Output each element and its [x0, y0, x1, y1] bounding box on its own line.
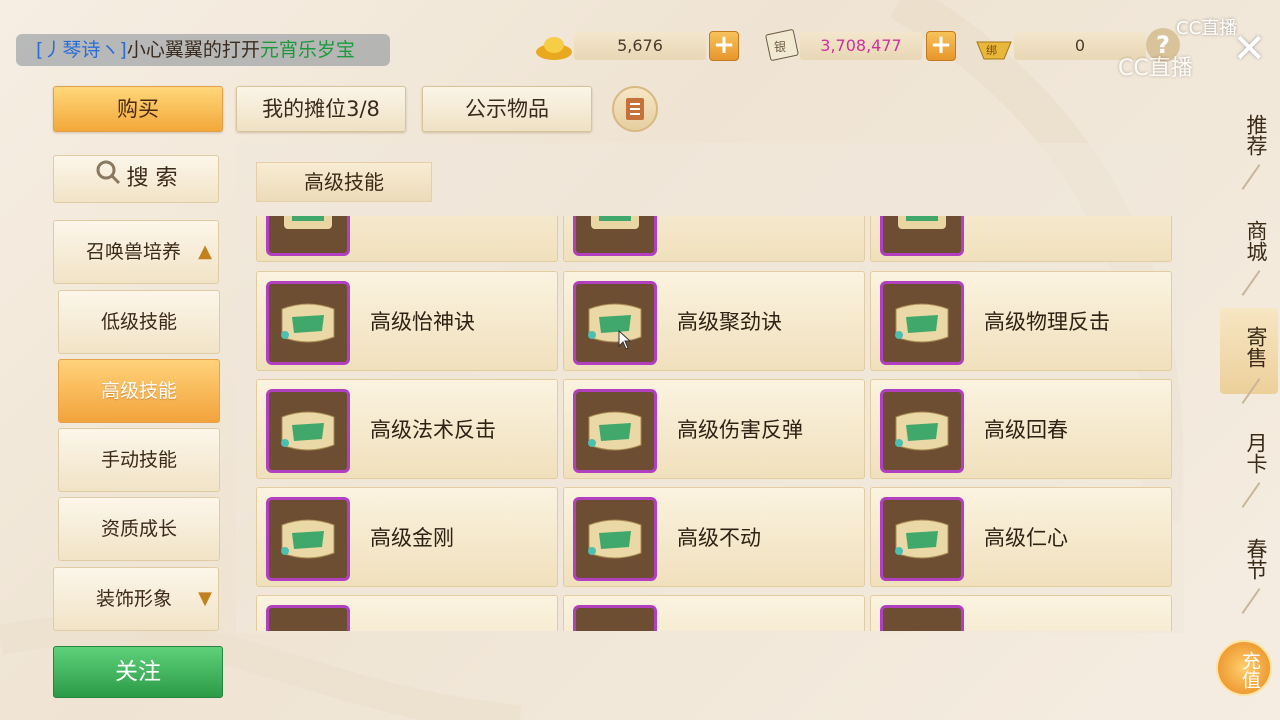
search-label: 搜 索: [126, 166, 178, 191]
svg-text:绑: 绑: [986, 44, 997, 57]
close-icon[interactable]: ✕: [1232, 26, 1266, 72]
item-card[interactable]: 高级法术反击: [256, 379, 558, 479]
add-silver-button[interactable]: +: [926, 31, 956, 61]
skill-scroll-icon: [573, 605, 657, 631]
skill-scroll-icon: [880, 497, 964, 581]
chat-item-link[interactable]: 元宵乐岁宝: [260, 39, 355, 61]
skill-scroll-icon: [573, 389, 657, 473]
gold-amount: 5,676: [574, 32, 706, 60]
skill-scroll-icon: [266, 605, 350, 631]
category-title: 高级技能: [256, 162, 432, 202]
record-scroll-icon[interactable]: [612, 86, 658, 132]
sidebar-item-decoration-label: 装饰形象: [96, 588, 173, 610]
item-card-partial[interactable]: [870, 216, 1172, 262]
right-nav-monthly-card[interactable]: 月卡: [1228, 432, 1268, 474]
category-group-label: 召唤兽培养: [86, 241, 182, 263]
item-name: 高级回春: [984, 418, 1068, 442]
sidebar-item-aptitude[interactable]: 资质成长: [58, 497, 220, 561]
item-name: 高级聚劲诀: [677, 310, 782, 334]
item-name: 高级金刚: [370, 526, 454, 550]
mouse-cursor-icon: [618, 330, 632, 350]
chevron-up-icon: ▲: [198, 241, 212, 262]
add-gold-button[interactable]: +: [709, 31, 739, 61]
item-name: 高级物理反击: [984, 310, 1110, 334]
item-card[interactable]: 高级聚劲诀: [563, 271, 865, 371]
item-card[interactable]: 高级怡神诀: [256, 271, 558, 371]
item-card-partial[interactable]: [256, 595, 558, 631]
chat-player-name[interactable]: [丿琴诗ヽ]: [36, 39, 127, 61]
item-card[interactable]: 高级金刚: [256, 487, 558, 587]
skill-scroll-icon: [573, 216, 657, 256]
recharge-button[interactable]: 充值: [1216, 640, 1272, 696]
category-group-pet[interactable]: 召唤兽培养 ▲: [53, 220, 219, 284]
right-nav-mall[interactable]: 商城: [1228, 220, 1268, 262]
tab-my-stall[interactable]: 我的摊位3/8: [236, 86, 406, 132]
item-name: 高级仁心: [984, 526, 1068, 550]
search-icon: [95, 156, 121, 202]
tab-public-items[interactable]: 公示物品: [422, 86, 592, 132]
item-card[interactable]: 高级不动: [563, 487, 865, 587]
right-nav-recommend[interactable]: 推荐: [1228, 114, 1268, 156]
skill-scroll-icon: [266, 389, 350, 473]
item-card[interactable]: 高级回春: [870, 379, 1172, 479]
silver-amount: 3,708,477: [800, 32, 922, 60]
item-card-partial[interactable]: [870, 595, 1172, 631]
skill-scroll-icon: [266, 216, 350, 256]
skill-scroll-icon: [573, 281, 657, 365]
item-name: 高级不动: [677, 526, 761, 550]
svg-text:银: 银: [774, 40, 786, 54]
silver-note-icon: 银: [762, 28, 802, 62]
right-nav-spring-festival[interactable]: 春节: [1228, 538, 1268, 580]
skill-scroll-icon: [573, 497, 657, 581]
gold-ingot-icon: [534, 30, 574, 64]
skill-scroll-icon: [880, 605, 964, 631]
chat-ticker: [丿琴诗ヽ]小心翼翼的打开元宵乐岁宝: [16, 34, 390, 66]
item-name: 高级法术反击: [370, 418, 496, 442]
item-name: 高级怡神诀: [370, 310, 475, 334]
item-name: 高级伤害反弹: [677, 418, 803, 442]
item-card[interactable]: 高级仁心: [870, 487, 1172, 587]
chat-message: 小心翼翼的打开: [126, 39, 260, 61]
skill-scroll-icon: [880, 281, 964, 365]
sidebar-item-high-skill[interactable]: 高级技能: [58, 359, 220, 423]
watermark-text: CC直播: [1176, 18, 1238, 39]
item-card[interactable]: 高级物理反击: [870, 271, 1172, 371]
sidebar-item-decoration[interactable]: 装饰形象 ▼: [53, 567, 219, 631]
skill-scroll-icon: [880, 389, 964, 473]
skill-scroll-icon: [266, 497, 350, 581]
item-card-partial[interactable]: [256, 216, 558, 262]
right-nav-consign[interactable]: 寄售: [1228, 326, 1268, 368]
chevron-down-icon: ▼: [198, 588, 212, 609]
watermark-text-large: CC直播: [1118, 56, 1193, 81]
item-card-partial[interactable]: [563, 216, 865, 262]
item-card-partial[interactable]: [563, 595, 865, 631]
item-grid[interactable]: 高级怡神诀 高级聚劲诀 高级物理反击 高级法术反击 高级伤害反弹 高级回春 高级…: [256, 216, 1172, 631]
follow-button[interactable]: 关注: [53, 646, 223, 698]
sidebar-item-manual-skill[interactable]: 手动技能: [58, 428, 220, 492]
skill-scroll-icon: [266, 281, 350, 365]
item-card[interactable]: 高级伤害反弹: [563, 379, 865, 479]
bound-ingot-icon: 绑: [974, 30, 1014, 64]
tab-buy[interactable]: 购买: [53, 86, 223, 132]
right-nav: 推荐 商城 寄售 月卡 春节: [1218, 90, 1280, 720]
skill-scroll-icon: [880, 216, 964, 256]
search-button[interactable]: 搜 索: [53, 155, 219, 203]
sidebar-item-low-skill[interactable]: 低级技能: [58, 290, 220, 354]
